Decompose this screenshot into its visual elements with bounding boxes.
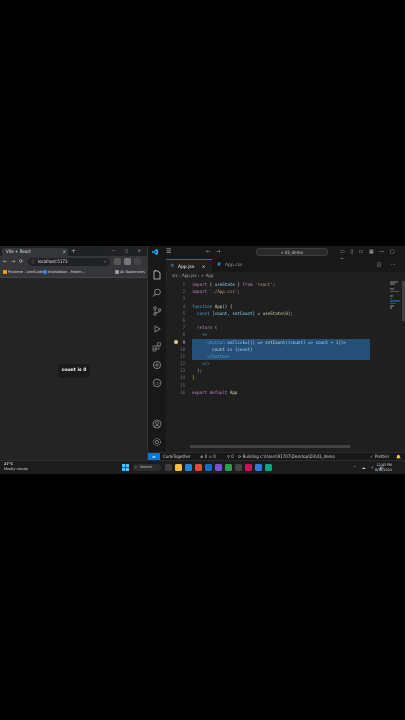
- back-button[interactable]: ←: [3, 257, 7, 267]
- tab-app-css[interactable]: # App.css: [213, 259, 257, 272]
- code-line: import { useState } from 'react';: [192, 282, 276, 287]
- code-line: const [count, setCount] = useState(0);: [192, 310, 293, 316]
- search-icon[interactable]: [152, 283, 162, 297]
- editor-tabs: ⚛ App.jsx × # App.css ◫ ⋯: [166, 259, 405, 272]
- source-control-icon[interactable]: [152, 301, 162, 316]
- site-icon: [43, 270, 47, 274]
- code-line: import './App.css';: [192, 289, 240, 295]
- window-controls[interactable]: — ▢ ✕: [111, 247, 145, 255]
- page-viewport: count is 0: [0, 278, 147, 460]
- profile-icon[interactable]: [124, 258, 131, 265]
- account-icon[interactable]: [152, 414, 162, 429]
- desktop-screen: Vite + React × + — ▢ ✕ ← → ⟳ ⓘ localhost…: [0, 246, 405, 474]
- app-icon[interactable]: [225, 464, 232, 471]
- bookmark-item[interactable]: Installation - Moten...: [43, 269, 85, 276]
- code-line: <>: [192, 332, 208, 338]
- browser-menu-icon[interactable]: [134, 258, 141, 265]
- browser-tab[interactable]: Vite + React ×: [2, 248, 68, 256]
- app-icon[interactable]: [255, 464, 262, 471]
- editor-actions[interactable]: ◫ ⋯: [377, 259, 400, 272]
- extension-icon[interactable]: [114, 258, 121, 265]
- all-bookmarks[interactable]: All Bookmarks: [115, 269, 145, 276]
- windows-taskbar: 27°C Mostly cloudy ⌕ Search ⌃ ☁ ⚡ 🔊 12:0…: [0, 460, 405, 474]
- task-view-icon[interactable]: [165, 464, 172, 471]
- count-button[interactable]: count is 0: [58, 364, 90, 378]
- code-line: );: [192, 368, 203, 374]
- windows-start-icon[interactable]: [122, 464, 129, 471]
- tab-app-jsx[interactable]: ⚛ App.jsx ×: [166, 259, 212, 272]
- code-editor[interactable]: 1 2 3 4 5 6 7 8 9 10 11 12 13 14 15 16 i…: [166, 281, 405, 448]
- activity-bar: CD: [148, 259, 167, 460]
- minimap[interactable]: [390, 281, 400, 321]
- line-number-gutter: 1 2 3 4 5 6 7 8 9 10 11 12 13 14 15 16: [180, 282, 185, 395]
- vscode-taskbar-icon[interactable]: [205, 464, 212, 471]
- lightbulb-icon[interactable]: [174, 340, 178, 344]
- menu-icon[interactable]: ☰: [166, 248, 171, 256]
- app-icon[interactable]: [245, 464, 252, 471]
- weather-widget[interactable]: 27°C Mostly cloudy: [4, 462, 28, 472]
- remote-explorer-icon[interactable]: [152, 355, 162, 369]
- vscode-logo-icon: [152, 249, 158, 255]
- address-url: localhost:5173: [38, 259, 68, 264]
- taskbar-search[interactable]: ⌕ Search: [133, 464, 161, 471]
- code-line: export default App: [192, 389, 238, 395]
- horizontal-scrollbar[interactable]: [190, 445, 350, 448]
- reload-button[interactable]: ⟳: [19, 257, 23, 267]
- browser-tab-title: Vite + React: [6, 249, 31, 254]
- leetcode-icon: [3, 270, 7, 274]
- vscode-window: ☰ ←→ ⌕ d3_demo ▭ ▯ ▭ ▦ — ▢ ✕: [147, 246, 405, 461]
- vscode-titlebar: ☰ ←→ ⌕ d3_demo ▭ ▯ ▭ ▦ — ▢ ✕: [148, 246, 405, 263]
- explorer-icon[interactable]: [152, 265, 162, 280]
- tab-close-icon[interactable]: ×: [202, 264, 205, 269]
- browser-tabstrip: Vite + React × + — ▢ ✕: [0, 246, 147, 256]
- weather-condition: Mostly cloudy: [4, 467, 29, 471]
- extensions-icon[interactable]: [152, 337, 162, 352]
- codetogether-icon[interactable]: CD: [152, 373, 162, 388]
- site-info-icon[interactable]: ⓘ: [31, 258, 35, 266]
- forward-button[interactable]: →: [11, 257, 15, 267]
- history-nav[interactable]: ←→: [206, 248, 226, 256]
- new-tab-button[interactable]: +: [71, 248, 76, 256]
- code-line: <button onClick={() => setCount((count) …: [192, 339, 346, 345]
- svg-text:CD: CD: [154, 382, 159, 386]
- search-icon: ⌕: [135, 465, 137, 469]
- address-bar[interactable]: ⓘ localhost:5173 ☆: [28, 258, 110, 266]
- gear-icon[interactable]: [152, 432, 162, 446]
- file-explorer-icon[interactable]: [175, 464, 182, 471]
- app-icon[interactable]: [215, 464, 222, 471]
- bookmarks-bar: Proxlene - LeetCode Installation - Moten…: [0, 268, 147, 278]
- tab-close-icon[interactable]: ×: [63, 248, 66, 256]
- code-line: count is {count}: [192, 346, 253, 352]
- chrome-icon[interactable]: [195, 464, 202, 471]
- code-lines: import { useState } from 'react'; import…: [192, 281, 392, 396]
- browser-toolbar: ← → ⟳ ⓘ localhost:5173 ☆: [0, 256, 147, 268]
- taskbar-clock[interactable]: 12:03 PM 6/10/2024: [375, 463, 392, 472]
- terminal-icon[interactable]: [235, 464, 242, 471]
- edge-icon[interactable]: [185, 464, 192, 471]
- app-icon[interactable]: [265, 464, 272, 471]
- run-debug-icon[interactable]: [152, 319, 162, 333]
- code-line: }: [192, 375, 195, 381]
- command-center-search[interactable]: ⌕ d3_demo: [256, 248, 328, 256]
- breadcrumb[interactable]: src › App.jsx › ⚛ App: [166, 272, 405, 280]
- bookmark-item[interactable]: Proxlene - LeetCode: [3, 269, 43, 276]
- code-line: </button>: [192, 353, 230, 359]
- code-line: return (: [192, 325, 218, 331]
- css-file-icon: #: [217, 262, 222, 268]
- browser-window: Vite + React × + — ▢ ✕ ← → ⟳ ⓘ localhost…: [0, 246, 147, 460]
- folder-icon: [115, 270, 119, 274]
- code-line: function App() {: [192, 303, 233, 309]
- bookmark-star-icon[interactable]: ☆: [103, 258, 107, 266]
- code-line: </>: [192, 361, 210, 367]
